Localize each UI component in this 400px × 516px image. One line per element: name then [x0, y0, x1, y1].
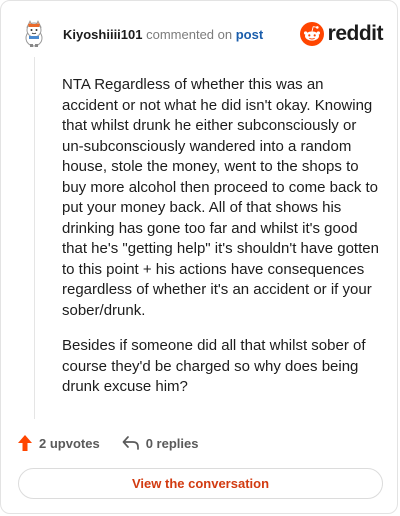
- comment-paragraph: Besides if someone did all that whilst s…: [62, 337, 366, 395]
- thread-line[interactable]: [34, 57, 35, 419]
- replies-button[interactable]: 0 replies: [122, 435, 199, 451]
- reply-arrow-icon: [122, 436, 139, 450]
- upvotes-button[interactable]: 2 upvotes: [17, 434, 100, 452]
- comment-paragraph: NTA Regardless of whether this was an ac…: [62, 76, 379, 319]
- reddit-logo[interactable]: reddit: [299, 21, 384, 47]
- view-conversation-button[interactable]: View the conversation: [18, 468, 383, 499]
- post-link[interactable]: post: [236, 27, 263, 42]
- comment-header: Kiyoshiiii101 commented on post reddit: [19, 19, 384, 51]
- view-conversation-label: View the conversation: [131, 476, 270, 491]
- reddit-wordmark: reddit: [327, 22, 384, 45]
- comment-embed-card: Kiyoshiiii101 commented on post reddit N…: [0, 0, 398, 514]
- replies-count: 0 replies: [145, 435, 199, 451]
- byline-action: commented on: [146, 27, 233, 42]
- reddit-logo-icon: [299, 22, 324, 46]
- byline: Kiyoshiiii101 commented on post: [63, 27, 263, 43]
- avatar[interactable]: [19, 19, 49, 49]
- comment-body: NTA Regardless of whether this was an ac…: [62, 75, 380, 413]
- upvotes-count: 2 upvotes: [39, 435, 100, 451]
- comment-actions: 2 upvotes 0 replies: [17, 432, 220, 454]
- upvote-arrow-icon: [18, 435, 32, 451]
- username[interactable]: Kiyoshiiii101: [63, 27, 142, 42]
